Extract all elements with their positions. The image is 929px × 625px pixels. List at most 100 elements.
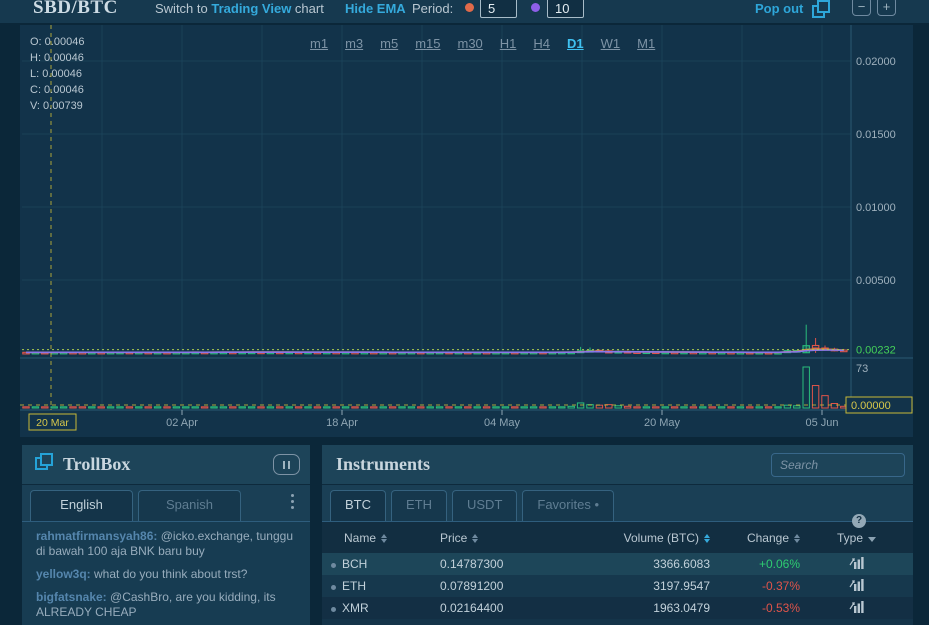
timeframe-selector: m1 m3 m5 m15 m30 H1 H4 D1 W1 M1 [310, 36, 655, 51]
pause-chat-button[interactable] [273, 454, 300, 475]
ema-period-1-input[interactable] [480, 0, 517, 18]
instruments-panel: Instruments BTCETHUSDTFavorites • ? Name… [322, 445, 913, 625]
volume-cell: 3366.6083 [653, 557, 710, 571]
kebab-menu-icon[interactable] [291, 494, 294, 509]
instrument-row-xmr[interactable]: XMR 0.02164400 1963.0479 -0.53% [322, 597, 913, 619]
period-label: Period: [412, 1, 454, 16]
sort-arrows-icon[interactable] [794, 533, 800, 543]
instrument-row-eth[interactable]: ETH 0.07891200 3197.9547 -0.37% [322, 575, 913, 597]
ema-period-2-input[interactable] [547, 0, 584, 18]
change-cell: +0.06% [758, 557, 800, 571]
column-header-price[interactable]: Price [440, 522, 582, 553]
chart-toolbar: SBD/BTC Switch to Trading View chart Hid… [0, 0, 929, 23]
close-value: C: 0.00046 [30, 84, 84, 96]
open-value: O: 0.00046 [30, 36, 85, 48]
volume-cell: 1963.0479 [653, 601, 710, 615]
timeframe-M1[interactable]: M1 [637, 36, 655, 51]
column-header-change[interactable]: Change [710, 522, 800, 553]
chart-type-icon[interactable] [849, 578, 864, 591]
x-axis-label: 05 Jun [805, 417, 838, 429]
type-filter-caret-icon[interactable] [868, 536, 876, 542]
timeframe-m15[interactable]: m15 [415, 36, 440, 51]
type-cell [800, 597, 913, 619]
switch-chart-text: Switch to Trading View chart [155, 1, 324, 16]
chat-username[interactable]: yellow3q: [36, 567, 94, 581]
chat-message: yellow3q: what do you think about trst? [36, 567, 300, 582]
market-tab-btc[interactable]: BTC [330, 490, 386, 521]
popout-icon[interactable] [810, 0, 832, 23]
chat-username[interactable]: rahmatfirmansyah86: [36, 529, 161, 543]
table-header-row: Name Price Volume (BTC) Change Type [322, 522, 913, 553]
market-tab-eth[interactable]: ETH [391, 490, 447, 521]
timeframe-W1[interactable]: W1 [601, 36, 621, 51]
current-price-label: 0.00232 [856, 345, 896, 357]
chat-message: rahmatfirmansyah86: @icko.exchange, tung… [36, 529, 300, 559]
trollbox-tab-spanish[interactable]: Spanish [138, 490, 241, 521]
instrument-row-bch[interactable]: BCH 0.14787300 3366.6083 +0.06% [322, 553, 913, 575]
change-cell: -0.53% [761, 601, 800, 615]
y-axis-label: 0.00500 [856, 275, 896, 287]
low-value: L: 0.00046 [30, 68, 82, 80]
trollbox-panel: TrollBox English Spanish rahmatfirmansyah… [22, 445, 310, 625]
instruments-title: Instruments [336, 454, 431, 474]
trollbox-language-tabs: English Spanish [22, 485, 310, 522]
high-value: H: 0.00046 [30, 52, 84, 64]
volume-cell: 3197.9547 [653, 579, 710, 593]
timeframe-H1[interactable]: H1 [500, 36, 517, 51]
crosshair-y-label: 0.00000 [851, 400, 891, 412]
popout-window-icon[interactable] [34, 452, 54, 477]
sort-arrows-icon[interactable] [472, 533, 479, 543]
crosshair: 20 Mar 0.00000 [20, 25, 913, 431]
ema10-color-dot [531, 3, 540, 12]
hide-ema-link[interactable]: Hide EMA [345, 1, 406, 16]
x-axis-label: 04 May [484, 417, 521, 429]
market-tabs: BTC ETH USDT Favorites • [322, 485, 913, 522]
popout-label[interactable]: Pop out [755, 1, 803, 16]
timeframe-H4[interactable]: H4 [533, 36, 550, 51]
trading-view-link[interactable]: Trading View [211, 1, 291, 16]
type-cell [800, 575, 913, 597]
name-cell: XMR [322, 597, 440, 619]
crosshair-x-label: 20 Mar [36, 417, 69, 429]
timeframe-m30[interactable]: m30 [457, 36, 482, 51]
volume-axis-label: 73 [856, 363, 868, 375]
candlestick-chart[interactable]: 0.00232 0.02000 0.01500 0.01000 0.00500 73 02 … [20, 25, 913, 437]
market-tab-usdt[interactable]: USDT [452, 490, 518, 521]
trollbox-title: TrollBox [63, 454, 131, 474]
search-input[interactable] [771, 452, 905, 477]
y-axis-label: 0.01000 [856, 202, 896, 214]
candlestick-chart-panel[interactable]: O: 0.00046 H: 0.00046 L: 0.00046 C: 0.00… [20, 25, 913, 437]
x-axis-label: 02 Apr [166, 417, 198, 429]
volume-bars-layer [22, 366, 848, 409]
column-header-name[interactable]: Name [322, 522, 440, 553]
sort-arrows-icon[interactable] [381, 533, 388, 543]
help-icon[interactable]: ? [852, 514, 866, 528]
chart-type-icon[interactable] [849, 600, 864, 613]
timeframe-D1[interactable]: D1 [567, 36, 584, 51]
price-cell: 0.02164400 [440, 601, 504, 615]
chat-message-list[interactable]: rahmatfirmansyah86: @icko.exchange, tung… [22, 522, 310, 625]
timeframe-m5[interactable]: m5 [380, 36, 398, 51]
name-cell: ETH [322, 575, 440, 597]
zoom-in-button[interactable]: + [877, 0, 896, 16]
timeframe-m3[interactable]: m3 [345, 36, 363, 51]
market-tab-favorites[interactable]: Favorites • [522, 490, 615, 521]
sort-arrows-icon[interactable] [704, 533, 710, 543]
zoom-out-button[interactable]: − [852, 0, 871, 16]
chat-text: what do you think about trst? [94, 567, 248, 581]
timeframe-m1[interactable]: m1 [310, 36, 328, 51]
chat-message: bigfatsnake: @CashBro, are you kidding, … [36, 590, 300, 620]
chat-username[interactable]: bigfatsnake: [36, 590, 110, 604]
instruments-table: Name Price Volume (BTC) Change Type BCH 0.147… [322, 522, 913, 619]
instruments-table-wrap: ? Name Price Volume (BTC) Change Type BCH 0.1… [322, 514, 913, 619]
price-cell: 0.07891200 [440, 579, 504, 593]
trollbox-tab-english[interactable]: English [30, 490, 133, 521]
change-cell: -0.37% [761, 579, 800, 593]
column-header-volume-btc-[interactable]: Volume (BTC) [582, 522, 710, 553]
chart-type-icon[interactable] [849, 556, 864, 569]
ohlcv-readout: O: 0.00046 H: 0.00046 L: 0.00046 C: 0.00… [30, 34, 84, 114]
trollbox-header: TrollBox [22, 445, 310, 485]
pair-title: SBD/BTC [33, 0, 118, 18]
volume-value: V: 0.00739 [30, 100, 83, 112]
ema5-color-dot [465, 3, 474, 12]
